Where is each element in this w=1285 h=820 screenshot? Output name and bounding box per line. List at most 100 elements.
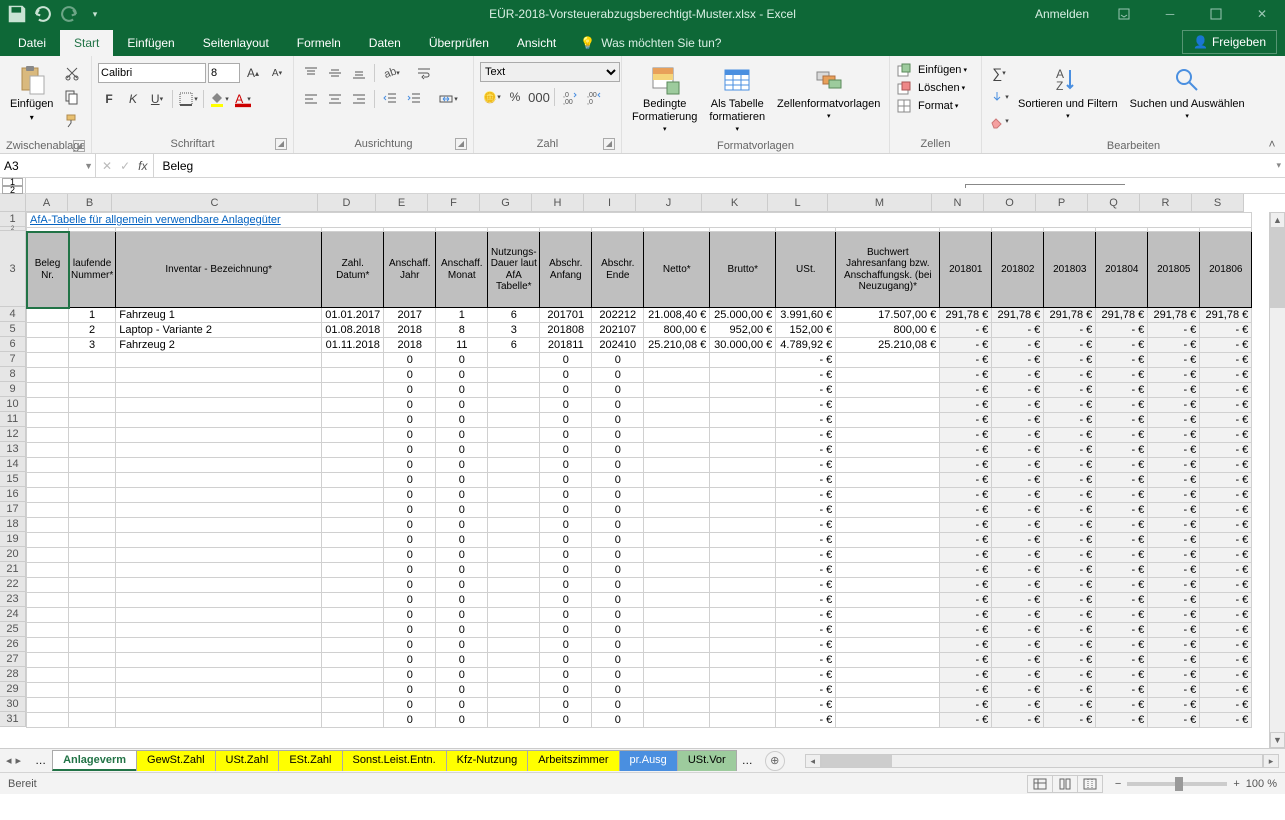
format-cells-button[interactable]: Format ▾ — [896, 98, 958, 114]
cell[interactable]: 0 — [384, 608, 436, 623]
cell[interactable]: - € — [1096, 458, 1148, 473]
cell[interactable] — [836, 548, 940, 563]
cell[interactable]: 0 — [436, 638, 488, 653]
cell[interactable]: - € — [1200, 458, 1252, 473]
ribbon-options-icon[interactable] — [1101, 0, 1147, 28]
cell[interactable] — [644, 578, 710, 593]
copy-icon[interactable] — [61, 86, 83, 108]
cell[interactable]: Fahrzeug 1 — [116, 308, 322, 323]
cell[interactable]: 0 — [592, 653, 644, 668]
cell[interactable]: 0 — [384, 518, 436, 533]
scroll-thumb[interactable] — [1270, 228, 1285, 308]
cell[interactable]: - € — [776, 698, 836, 713]
cell[interactable] — [488, 413, 540, 428]
cell[interactable]: - € — [1096, 323, 1148, 338]
cell[interactable]: - € — [1044, 713, 1096, 728]
row-header-11[interactable]: 11 — [0, 412, 25, 427]
cell[interactable]: 202107 — [592, 323, 644, 338]
cell[interactable]: - € — [1044, 608, 1096, 623]
header-cell[interactable]: USt. — [776, 232, 836, 308]
decrease-decimal-icon[interactable]: ,00,0 — [583, 86, 605, 108]
col-header-S[interactable]: S — [1192, 194, 1244, 211]
cell[interactable]: - € — [992, 488, 1044, 503]
font-name-select[interactable] — [98, 63, 206, 83]
cell[interactable] — [644, 608, 710, 623]
cell[interactable]: - € — [992, 668, 1044, 683]
col-header-B[interactable]: B — [68, 194, 112, 211]
cell[interactable]: 2018 — [384, 338, 436, 353]
row-header-22[interactable]: 22 — [0, 577, 25, 592]
cell[interactable]: 0 — [592, 383, 644, 398]
cell[interactable]: - € — [1096, 623, 1148, 638]
cell[interactable]: 0 — [540, 488, 592, 503]
sheet-tab-sonstleistentn[interactable]: Sonst.Leist.Entn. — [342, 750, 447, 771]
cell[interactable] — [488, 518, 540, 533]
cell[interactable]: 1 — [436, 308, 488, 323]
cell[interactable]: - € — [940, 383, 992, 398]
cell[interactable] — [836, 563, 940, 578]
row-header-31[interactable]: 31 — [0, 712, 25, 727]
cell[interactable] — [27, 533, 69, 548]
cell[interactable]: 0 — [436, 683, 488, 698]
cell[interactable]: - € — [992, 323, 1044, 338]
afa-table-link[interactable]: AfA-Tabelle für allgemein verwendbare An… — [27, 213, 1252, 228]
col-header-I[interactable]: I — [584, 194, 636, 211]
cell[interactable] — [27, 458, 69, 473]
cell[interactable]: 0 — [540, 473, 592, 488]
cell[interactable]: 0 — [540, 383, 592, 398]
cell[interactable]: - € — [1044, 698, 1096, 713]
cell[interactable]: - € — [1148, 413, 1200, 428]
enter-formula-icon[interactable]: ✓ — [120, 159, 130, 173]
cell[interactable]: 0 — [436, 563, 488, 578]
cell[interactable]: - € — [1096, 383, 1148, 398]
cell[interactable]: 0 — [384, 563, 436, 578]
cell[interactable]: - € — [1200, 533, 1252, 548]
tab-start[interactable]: Start — [60, 30, 113, 56]
cell[interactable]: 0 — [592, 533, 644, 548]
cell[interactable]: - € — [1044, 488, 1096, 503]
cell[interactable]: - € — [992, 608, 1044, 623]
cell[interactable]: - € — [776, 443, 836, 458]
collapse-ribbon-icon[interactable]: ˄ — [1263, 137, 1281, 151]
cell[interactable] — [322, 533, 384, 548]
cell[interactable]: - € — [1044, 593, 1096, 608]
cell[interactable] — [488, 623, 540, 638]
cell[interactable] — [69, 593, 116, 608]
cell[interactable]: - € — [776, 503, 836, 518]
tab-pagelayout[interactable]: Seitenlayout — [189, 30, 283, 56]
header-cell[interactable]: Brutto* — [710, 232, 776, 308]
cell[interactable] — [836, 683, 940, 698]
cell[interactable] — [27, 683, 69, 698]
cell[interactable]: - € — [1200, 698, 1252, 713]
cell[interactable]: 291,78 € — [1096, 308, 1148, 323]
cell[interactable]: 291,78 € — [1148, 308, 1200, 323]
cell[interactable]: - € — [1148, 653, 1200, 668]
col-header-Q[interactable]: Q — [1088, 194, 1140, 211]
cell[interactable] — [116, 503, 322, 518]
cell[interactable]: - € — [992, 533, 1044, 548]
cell[interactable] — [644, 398, 710, 413]
cell[interactable]: 202212 — [592, 308, 644, 323]
cell[interactable]: 0 — [592, 443, 644, 458]
row-header-9[interactable]: 9 — [0, 382, 25, 397]
cell[interactable]: - € — [1096, 713, 1148, 728]
dialog-launcher-icon[interactable]: ◢ — [603, 138, 615, 150]
cell[interactable]: - € — [1096, 563, 1148, 578]
cell[interactable]: - € — [1096, 398, 1148, 413]
dialog-launcher-icon[interactable]: ◢ — [73, 140, 85, 152]
decrease-indent-icon[interactable] — [379, 88, 401, 110]
cell[interactable] — [322, 593, 384, 608]
cell[interactable]: 800,00 € — [836, 323, 940, 338]
cell[interactable]: - € — [940, 638, 992, 653]
cell[interactable]: 0 — [592, 548, 644, 563]
cell[interactable]: - € — [1096, 503, 1148, 518]
cell[interactable]: 0 — [592, 473, 644, 488]
cell[interactable]: - € — [1096, 638, 1148, 653]
undo-icon[interactable] — [32, 3, 54, 25]
cell[interactable]: 3 — [69, 338, 116, 353]
wrap-text-icon[interactable] — [413, 62, 435, 84]
cell[interactable] — [69, 413, 116, 428]
cell[interactable] — [488, 473, 540, 488]
cell[interactable] — [644, 458, 710, 473]
cell[interactable]: - € — [1200, 413, 1252, 428]
